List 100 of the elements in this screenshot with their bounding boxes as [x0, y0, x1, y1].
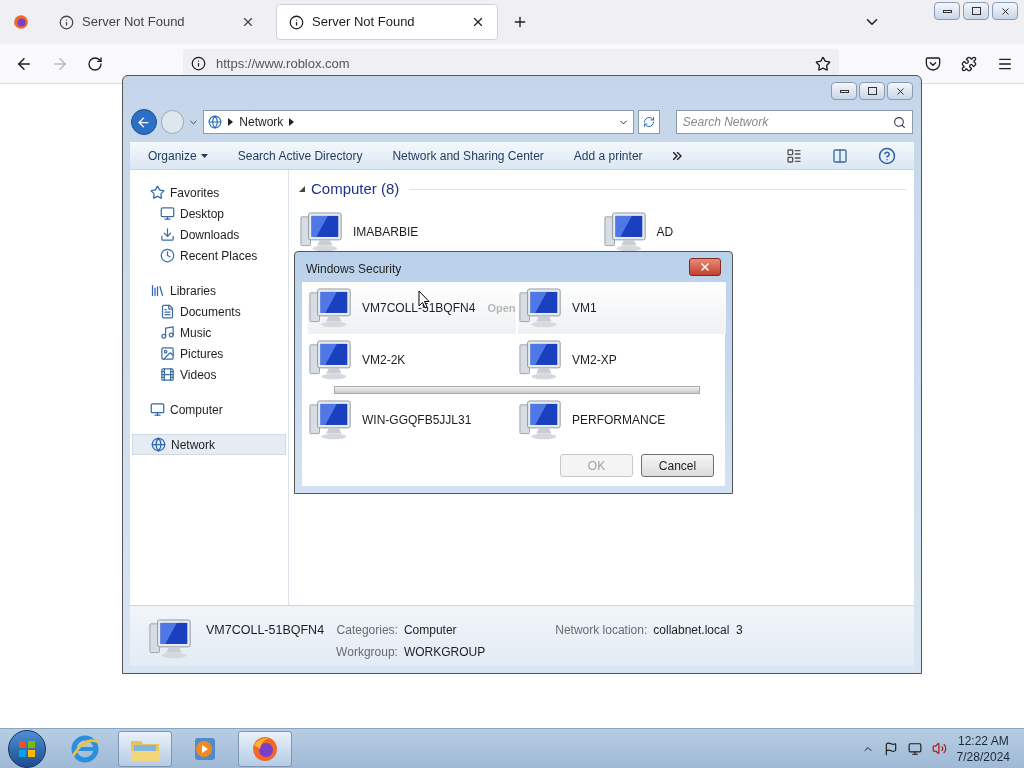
image-icon: [160, 346, 175, 361]
minimize-button[interactable]: [934, 2, 960, 20]
details-label: Categories:: [336, 622, 398, 639]
fox-globe-icon: [251, 734, 279, 763]
details-label: Network location:: [555, 622, 648, 639]
star-icon: [150, 185, 165, 200]
toolbar-button[interactable]: Network and Sharing Center: [392, 146, 544, 165]
toolbar-button[interactable]: Organize: [148, 146, 208, 165]
network-icon[interactable]: [907, 741, 922, 756]
search-icon[interactable]: [893, 115, 906, 129]
nav-item[interactable]: Computer: [132, 399, 286, 420]
globe-icon: [208, 115, 223, 129]
dialog-button[interactable]: Cancel: [641, 454, 714, 477]
nav-item[interactable]: Downloads: [130, 224, 288, 245]
host-item[interactable]: VM2-2K: [308, 334, 516, 386]
host-item[interactable]: WIN-GGQFB5JJL31: [308, 394, 516, 446]
drag-label: Open: [487, 300, 516, 316]
flag-icon[interactable]: [883, 741, 898, 756]
close-icon: [894, 85, 906, 97]
close-icon[interactable]: [471, 15, 485, 29]
taskbar-app-button[interactable]: [238, 730, 292, 767]
monitor-icon: [160, 206, 175, 221]
info-icon: [289, 14, 304, 30]
details-value: collabnet.local 3: [653, 622, 743, 639]
clock-icon: [160, 248, 175, 263]
preview-pane-icon[interactable]: [832, 147, 848, 164]
details-label: Workgroup:: [336, 644, 398, 661]
host-item[interactable]: VM1: [518, 282, 726, 334]
windows-flag-icon: [17, 738, 37, 759]
tab-title: Server Not Found: [312, 13, 416, 32]
browser-tab[interactable]: Server Not Found: [276, 4, 498, 40]
computer-icon: [299, 210, 345, 253]
nav-item[interactable]: Network: [132, 434, 286, 455]
close-icon: [699, 261, 711, 273]
close-button[interactable]: [689, 258, 721, 276]
info-icon: [59, 14, 74, 30]
bookmark-star-icon[interactable]: [815, 55, 831, 72]
chevron-icon[interactable]: [228, 118, 234, 126]
breadcrumb-item[interactable]: Network: [239, 113, 284, 131]
dialog-title: Windows Security: [306, 261, 402, 278]
collapse-icon[interactable]: [299, 186, 305, 193]
refresh-button[interactable]: [638, 110, 660, 134]
nav-item[interactable]: Recent Places: [130, 245, 288, 266]
chevron-icon[interactable]: [289, 118, 295, 126]
browser-e-icon: [70, 733, 100, 764]
details-value: WORKGROUP: [403, 644, 486, 661]
new-tab-icon[interactable]: [512, 14, 528, 30]
host-item[interactable]: VM2-XP: [518, 334, 726, 386]
nav-item[interactable]: Favorites: [132, 182, 286, 203]
help-icon[interactable]: [878, 146, 896, 165]
address-bar[interactable]: Network: [203, 110, 635, 134]
film-icon: [160, 367, 175, 382]
caret-icon: [200, 153, 208, 158]
clock-date[interactable]: 7/28/2024: [956, 748, 1010, 765]
maximize-button[interactable]: [859, 82, 885, 100]
host-item[interactable]: AD: [602, 208, 906, 255]
info-icon: [191, 56, 206, 71]
computer-icon: [308, 399, 354, 441]
url-text: https://www.roblox.com: [216, 54, 351, 73]
computer-icon: [518, 399, 564, 441]
music-icon: [160, 325, 175, 340]
extensions-icon[interactable]: [961, 55, 977, 72]
media-player-icon: [192, 735, 218, 762]
computer-icon: [308, 287, 354, 329]
details-value: Computer: [403, 622, 458, 639]
refresh-icon: [642, 116, 655, 128]
reload-icon[interactable]: [87, 55, 103, 72]
toolbar-button[interactable]: Search Active Directory: [237, 146, 363, 165]
computer-icon: [308, 339, 354, 381]
more-icon[interactable]: [672, 151, 682, 160]
nav-item[interactable]: Music: [130, 322, 288, 343]
back-button[interactable]: [131, 109, 157, 135]
globe-icon: [151, 437, 166, 452]
nav-item[interactable]: Videos: [130, 364, 288, 385]
search-input[interactable]: Search Network: [682, 113, 893, 131]
tab-title: Server Not Found: [82, 13, 186, 32]
nav-item[interactable]: Libraries: [132, 280, 286, 301]
clock-time[interactable]: 12:22 AM: [957, 732, 1009, 749]
search-field[interactable]: Search Network: [675, 110, 913, 134]
computer-icon: [518, 287, 564, 329]
nav-item[interactable]: Pictures: [130, 343, 288, 364]
host-item[interactable]: PERFORMANCE: [518, 394, 726, 446]
computer-icon: [602, 210, 649, 253]
computer-icon: [148, 618, 194, 660]
library-icon: [150, 283, 165, 298]
restore-button[interactable]: [963, 2, 989, 20]
pocket-icon[interactable]: [925, 55, 941, 72]
nav-item[interactable]: Desktop: [130, 203, 288, 224]
start-button[interactable]: [8, 729, 46, 768]
taskbar-app-button[interactable]: [118, 730, 172, 767]
download-icon: [160, 227, 175, 242]
close-icon[interactable]: [241, 15, 255, 29]
fox-globe-icon[interactable]: [13, 14, 29, 30]
nav-item[interactable]: Documents: [130, 301, 288, 322]
monitor-icon: [150, 402, 165, 417]
view-icon[interactable]: [786, 147, 802, 164]
host-item[interactable]: IMABARBIE: [299, 208, 603, 255]
minimize-button[interactable]: [831, 82, 857, 100]
toolbar-button[interactable]: Add a printer: [573, 146, 643, 165]
group-header[interactable]: Computer (8): [311, 178, 400, 201]
